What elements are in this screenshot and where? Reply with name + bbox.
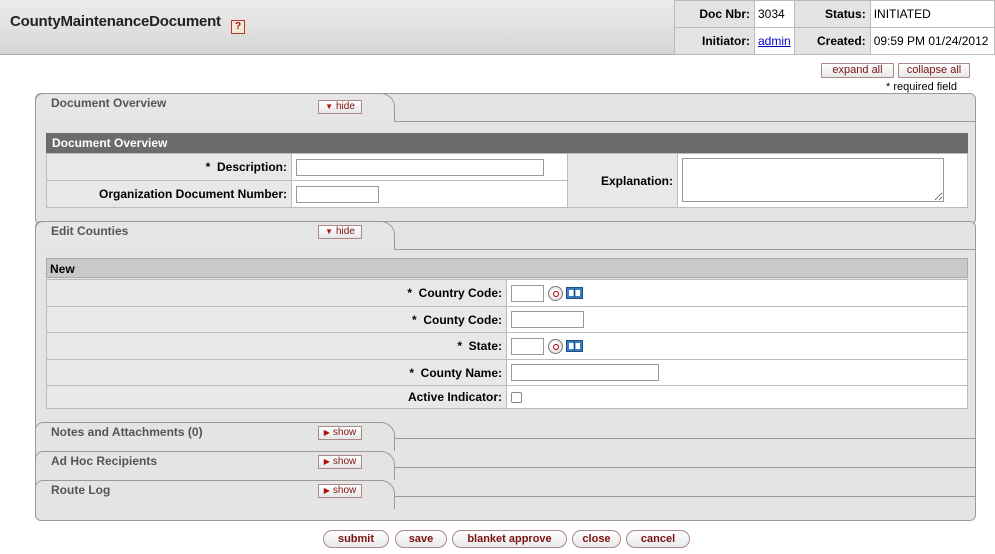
- initiator-link[interactable]: admin: [758, 34, 791, 48]
- county-code-input[interactable]: [511, 311, 584, 328]
- submit-button[interactable]: submit: [323, 530, 389, 548]
- country-code-label: Country Code:: [418, 286, 502, 300]
- new-section-header: New: [46, 258, 968, 278]
- tab-divider: [394, 467, 976, 468]
- required-field-note: * required field: [886, 81, 957, 93]
- edit-counties-hide-button[interactable]: ▼ hide: [318, 225, 362, 239]
- triangle-right-icon: ▶: [323, 486, 330, 495]
- state-label: State:: [468, 339, 502, 353]
- doc-nbr-label: Doc Nbr:: [674, 0, 755, 28]
- county-name-label: County Name:: [420, 365, 502, 380]
- cancel-button[interactable]: cancel: [626, 530, 690, 548]
- save-button[interactable]: save: [395, 530, 447, 548]
- description-input-cell: [291, 153, 568, 181]
- required-marker: *: [457, 339, 462, 353]
- document-header: CountyMaintenanceDocument ? Doc Nbr: 303…: [0, 0, 995, 55]
- document-header-info: Doc Nbr: 3034 Status: INITIATED Initiato…: [674, 0, 995, 55]
- document-overview-hide-button[interactable]: ▼ hide: [318, 100, 362, 114]
- county-code-label: County Code:: [423, 312, 502, 327]
- status-value: INITIATED: [869, 0, 995, 28]
- triangle-right-icon: ▶: [323, 428, 330, 437]
- active-indicator-cell: [506, 385, 968, 409]
- required-marker: *: [409, 365, 414, 380]
- description-label: Description:: [216, 160, 287, 174]
- route-log-show-button[interactable]: ▶ show: [318, 484, 362, 498]
- state-label-cell: * State:: [46, 332, 507, 360]
- expand-all-button[interactable]: expand all: [821, 63, 894, 78]
- edit-counties-table: * Country Code: * County Code: * State: …: [46, 279, 968, 409]
- edit-counties-tab-title: Edit Counties: [51, 224, 129, 238]
- tab-divider: [394, 121, 976, 122]
- show-label: show: [332, 485, 357, 496]
- triangle-down-icon: ▼: [325, 102, 333, 111]
- tab-divider: [394, 438, 976, 439]
- active-indicator-checkbox[interactable]: [511, 392, 522, 404]
- triangle-down-icon: ▼: [325, 227, 333, 236]
- created-label: Created:: [793, 27, 871, 55]
- initiator-label: Initiator:: [674, 27, 755, 55]
- ad-hoc-recipients-tab-title: Ad Hoc Recipients: [51, 454, 158, 468]
- blanket-approve-button[interactable]: blanket approve: [452, 530, 567, 548]
- book-icon[interactable]: [566, 287, 583, 299]
- explanation-textarea[interactable]: [682, 158, 944, 202]
- search-icon[interactable]: [548, 338, 563, 354]
- tab-divider: [394, 249, 976, 250]
- notes-attachments-show-button[interactable]: ▶ show: [318, 426, 362, 440]
- collapse-all-button[interactable]: collapse all: [898, 63, 970, 78]
- description-label-cell: * Description:: [46, 153, 292, 181]
- county-code-label-cell: * County Code:: [46, 306, 507, 333]
- document-overview-tab-title: Document Overview: [51, 96, 167, 110]
- country-code-input[interactable]: [511, 284, 544, 302]
- org-doc-number-input[interactable]: [296, 185, 379, 203]
- created-value: 09:59 PM 01/24/2012: [869, 27, 995, 55]
- county-name-input-cell: [506, 359, 968, 386]
- state-input-cell: [506, 332, 968, 360]
- triangle-right-icon: ▶: [323, 457, 330, 466]
- explanation-label: Explanation:: [567, 153, 678, 208]
- state-input[interactable]: [511, 337, 544, 355]
- document-overview-table: * Description: Explanation: Organization…: [46, 153, 968, 208]
- show-label: show: [332, 427, 357, 438]
- description-input[interactable]: [296, 158, 544, 176]
- explanation-input-cell: [677, 153, 968, 208]
- county-code-input-cell: [506, 306, 968, 333]
- book-icon[interactable]: [566, 340, 583, 352]
- hide-label: hide: [336, 101, 355, 112]
- document-title: CountyMaintenanceDocument: [10, 13, 221, 30]
- required-marker: *: [205, 160, 211, 174]
- doc-nbr-value: 3034: [754, 0, 795, 28]
- active-indicator-label: Active Indicator:: [46, 385, 507, 409]
- help-icon[interactable]: ?: [231, 20, 245, 34]
- required-marker: *: [412, 312, 417, 327]
- county-name-input[interactable]: [511, 364, 659, 381]
- org-doc-number-input-cell: [291, 180, 568, 208]
- country-code-input-cell: [506, 279, 968, 307]
- route-log-tab-title: Route Log: [51, 483, 111, 497]
- required-marker: *: [407, 286, 412, 300]
- initiator-cell: admin: [754, 27, 795, 55]
- ad-hoc-recipients-show-button[interactable]: ▶ show: [318, 455, 362, 469]
- close-button[interactable]: close: [572, 530, 621, 548]
- tab-divider: [394, 496, 976, 497]
- search-icon[interactable]: [548, 285, 563, 301]
- country-code-label-cell: * Country Code:: [46, 279, 507, 307]
- status-label: Status:: [793, 0, 871, 28]
- org-doc-number-label: Organization Document Number:: [46, 180, 292, 208]
- show-label: show: [332, 456, 357, 467]
- document-overview-section-header: Document Overview: [46, 133, 968, 153]
- notes-attachments-tab-title: Notes and Attachments (0): [51, 425, 203, 439]
- county-name-label-cell: * County Name:: [46, 359, 507, 386]
- hide-label: hide: [336, 226, 355, 237]
